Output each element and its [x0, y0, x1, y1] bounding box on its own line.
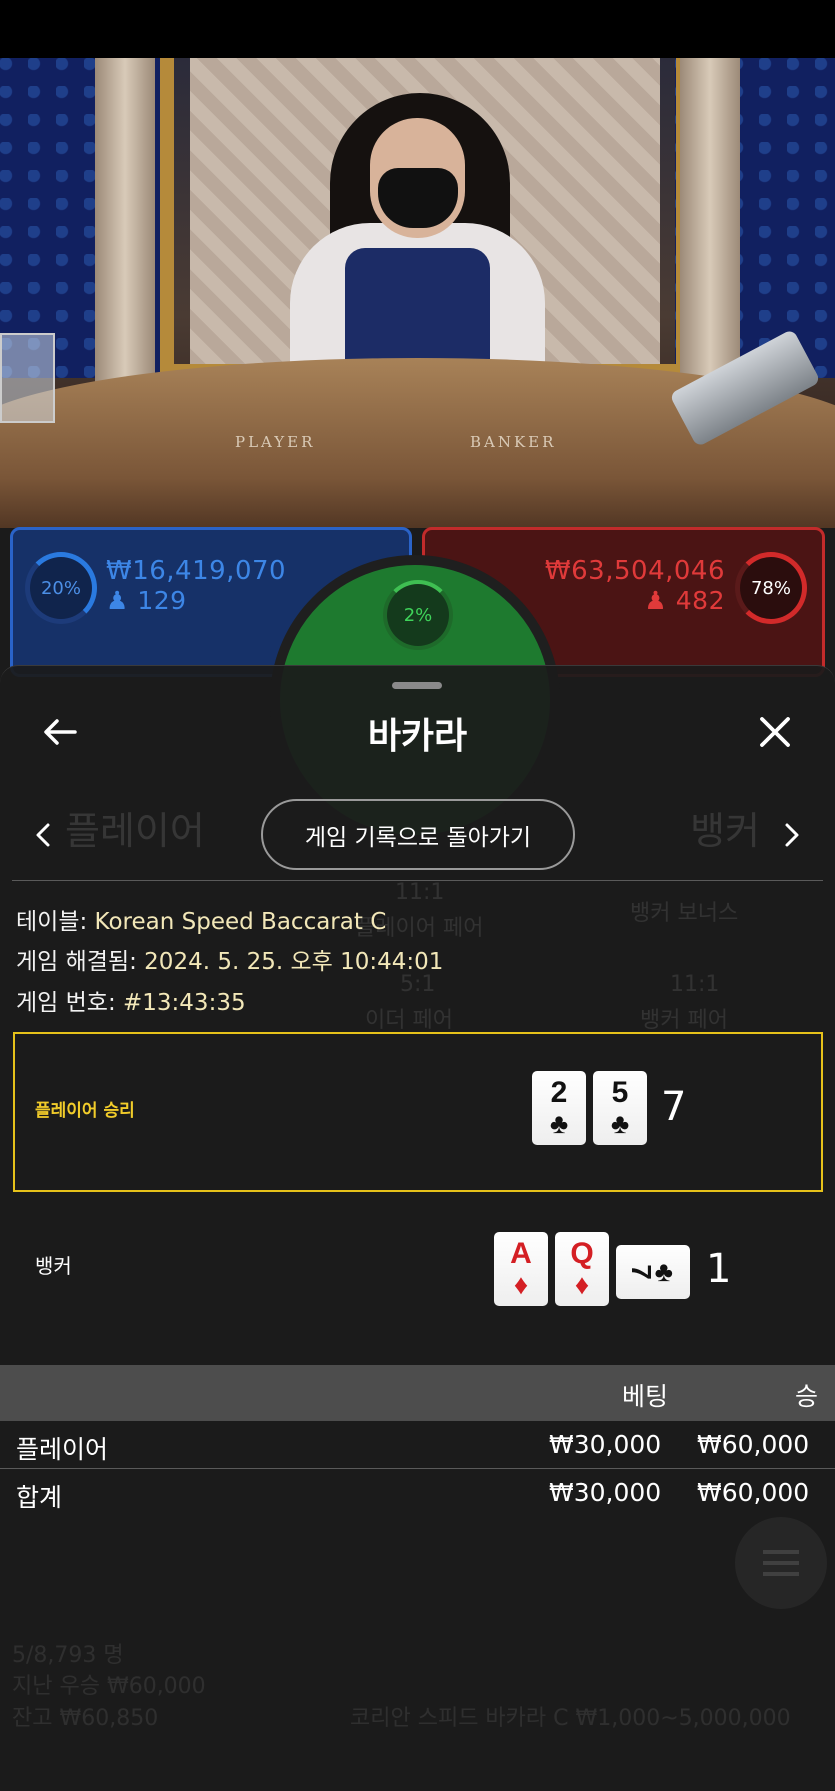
next-game-button[interactable]: [777, 815, 807, 855]
pillar-right: [680, 58, 740, 388]
row-win: ₩60,000: [697, 1430, 810, 1459]
menu-icon: [735, 1517, 827, 1609]
status-bar: [0, 0, 835, 58]
ghost-player-label: 플레이어: [65, 809, 205, 853]
ghost-odds-c: 11:1: [670, 972, 720, 997]
banker-bettor-count: ♟ 482: [644, 586, 725, 615]
player-score: 7: [661, 1084, 687, 1130]
dealer-mask: [378, 168, 458, 228]
ghost-banker-pair: 뱅커 페어: [640, 1008, 728, 1033]
ghost-online-count: 5/8,793 명: [12, 1643, 124, 1668]
table-banker-label: BANKER: [470, 433, 557, 451]
ghost-odds-a: 11:1: [395, 880, 445, 905]
close-icon: [760, 717, 790, 747]
player-percent-ring: 20%: [25, 552, 97, 624]
player-card-2: 5 ♣: [593, 1071, 647, 1145]
row-bet: ₩30,000: [549, 1430, 662, 1459]
ghost-table-limits: 코리안 스피드 바카라 C ₩1,000~5,000,000: [350, 1706, 791, 1731]
player-bettor-count: ♟ 129: [106, 586, 187, 615]
banker-percent-ring: 78%: [735, 552, 807, 624]
banker-label: 뱅커: [35, 1254, 72, 1278]
banker-card-2: Q ♦: [555, 1232, 609, 1306]
ghost-banker-label: 뱅커: [690, 809, 760, 853]
row-win: ₩60,000: [697, 1478, 810, 1507]
table-row: 플레이어 ₩30,000 ₩60,000: [0, 1422, 835, 1470]
row-bet: ₩30,000: [549, 1478, 662, 1507]
player-card-1: 2 ♣: [532, 1071, 586, 1145]
ghost-either-pair: 이더 페어: [365, 1008, 453, 1033]
info-table: 테이블: Korean Speed Baccarat C: [16, 909, 387, 935]
table-player-label: PLAYER: [235, 433, 316, 451]
table-row: 합계 ₩30,000 ₩60,000: [0, 1470, 835, 1518]
row-divider: [0, 1468, 835, 1469]
banker-total-bet: ₩63,504,046: [544, 556, 725, 586]
dealer-video: PLAYER BANKER: [0, 58, 835, 528]
row-label: 합계: [16, 1483, 63, 1512]
tie-percent-ring: 2%: [383, 580, 453, 650]
winner-label: 플레이어 승리: [35, 1101, 135, 1121]
user-icon: ♟: [106, 586, 129, 615]
info-game-number: 게임 번호: #13:43:35: [16, 990, 246, 1016]
info-resolved-time: 게임 해결됨: 2024. 5. 25. 오후 10:44:01: [16, 949, 444, 975]
ghost-balance: 잔고 ₩60,850: [12, 1706, 159, 1731]
previous-game-button[interactable]: [28, 815, 58, 855]
banker-card-1: A ♦: [494, 1232, 548, 1306]
chevron-left-icon: [36, 823, 50, 847]
row-label: 플레이어: [16, 1435, 109, 1464]
discard-tray: [0, 333, 55, 423]
pillar-left: [95, 58, 155, 388]
sheet-title: 바카라: [367, 716, 468, 757]
summary-table-header: [0, 1365, 835, 1421]
user-icon: ♟: [644, 586, 668, 615]
player-total-bet: ₩16,419,070: [106, 556, 287, 586]
ghost-last-win: 지난 우승 ₩60,000: [12, 1674, 206, 1699]
chevron-right-icon: [785, 823, 799, 847]
back-to-history-button[interactable]: 게임 기록으로 돌아가기: [261, 799, 575, 870]
header-win: 승: [795, 1382, 819, 1411]
ghost-banker-bonus: 뱅커 보너스: [630, 901, 739, 926]
sheet-drag-handle[interactable]: [392, 682, 442, 689]
banker-score: 1: [706, 1246, 732, 1292]
close-button[interactable]: [753, 712, 797, 752]
header-bet: 베팅: [622, 1382, 669, 1411]
banker-card-3: 7 ♣: [616, 1245, 690, 1299]
